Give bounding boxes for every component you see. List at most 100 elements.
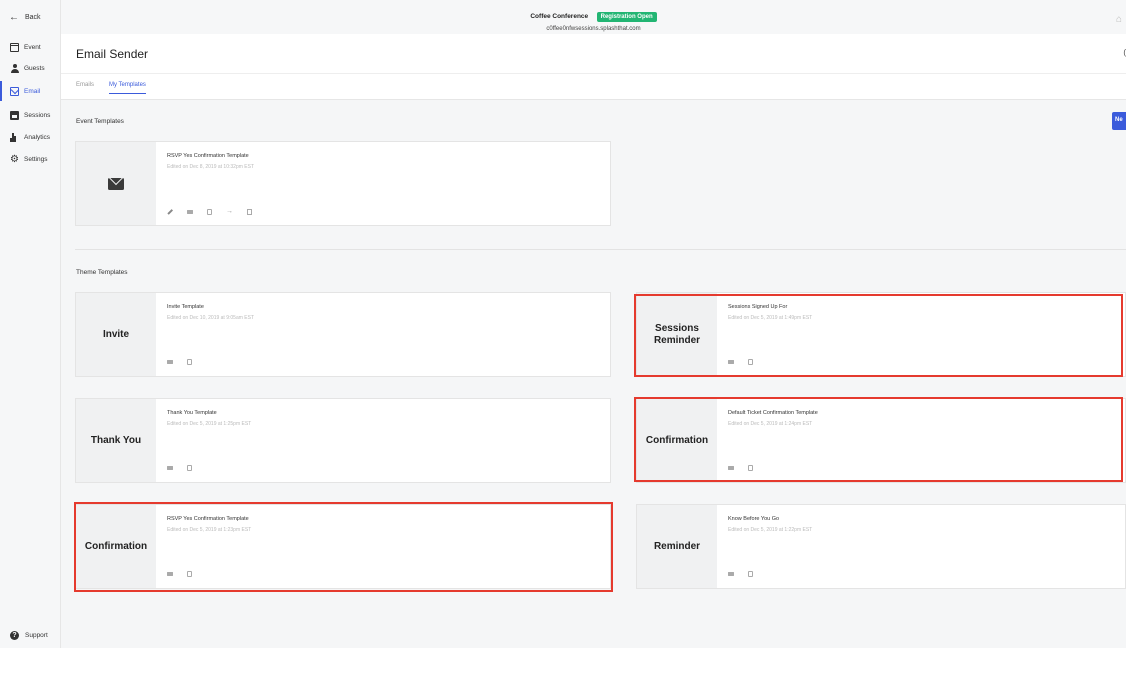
template-card[interactable]: Confirmation RSVP Yes Confirmation Templ… (75, 504, 611, 589)
copy-icon[interactable] (748, 465, 753, 471)
calendar-icon (10, 42, 19, 52)
template-card[interactable]: Reminder Know Before You Go Edited on De… (636, 504, 1126, 589)
trash-icon[interactable] (247, 208, 252, 215)
event-url[interactable]: c0ffee0nfwsessions.splashthat.com (61, 26, 1126, 32)
template-thumbnail: Confirmation (76, 505, 156, 588)
sidebar: ← Back Event Guests Email Sessions Analy… (0, 0, 61, 648)
thumbnail-label: Reminder (653, 540, 701, 552)
arrow-left-icon: ← (9, 12, 19, 23)
main-content: Email Sender ( Emails My Templates Event… (61, 34, 1126, 648)
section-title-theme-templates: Theme Templates (76, 269, 128, 276)
thumbnail-label: Confirmation (645, 434, 709, 446)
home-icon[interactable]: ⌂ (1116, 14, 1122, 25)
support-link[interactable]: ? Support (10, 631, 48, 640)
mail-icon (10, 86, 19, 96)
tab-bar: Emails My Templates (61, 74, 1126, 100)
tab-my-templates[interactable]: My Templates (109, 82, 146, 94)
template-card[interactable]: Thank You Thank You Template Edited on D… (75, 398, 611, 483)
template-thumbnail: Sessions Reminder (637, 293, 717, 376)
sessions-icon (10, 110, 19, 120)
copy-icon[interactable] (187, 465, 192, 471)
card-actions (728, 571, 753, 577)
back-link[interactable]: ← Back (9, 12, 41, 23)
copy-icon[interactable] (207, 208, 212, 215)
template-name: Thank You Template (167, 410, 217, 416)
page-header: Email Sender ( (61, 34, 1126, 74)
mail-icon[interactable] (728, 466, 734, 470)
mail-icon[interactable] (728, 360, 734, 364)
new-template-button[interactable]: Ne (1112, 112, 1126, 130)
sidebar-item-label: Email (24, 87, 41, 95)
template-edited: Edited on Dec 5, 2019 at 1:49pm EST (728, 315, 813, 321)
template-card[interactable]: RSVP Yes Confirmation Template Edited on… (75, 141, 611, 226)
template-thumbnail (76, 142, 156, 225)
template-name: Sessions Signed Up For (728, 304, 788, 310)
template-name: Know Before You Go (728, 516, 780, 522)
mail-icon[interactable] (167, 360, 173, 364)
copy-icon[interactable] (748, 359, 753, 365)
card-actions (728, 359, 753, 365)
template-name: Invite Template (167, 304, 204, 310)
gear-icon: ⚙ (10, 153, 19, 165)
bar-chart-icon (10, 132, 19, 142)
section-divider (75, 249, 1126, 250)
mail-icon[interactable] (187, 209, 193, 214)
sidebar-item-label: Settings (24, 155, 48, 163)
tab-emails[interactable]: Emails (76, 82, 94, 88)
template-edited: Edited on Dec 5, 2019 at 1:22pm EST (728, 527, 813, 533)
template-edited: Edited on Dec 5, 2019 at 1:24pm EST (728, 421, 813, 427)
event-name[interactable]: Coffee Conference (530, 13, 588, 20)
copy-icon[interactable] (187, 359, 192, 365)
template-name: Default Ticket Confirmation Template (728, 410, 818, 416)
thumbnail-label: Invite (102, 328, 130, 340)
template-thumbnail: Reminder (637, 505, 717, 588)
sidebar-item-guests[interactable]: Guests (0, 58, 61, 78)
help-icon: ? (10, 631, 19, 640)
envelope-icon (108, 177, 124, 190)
thumbnail-label: Thank You (90, 434, 142, 446)
back-label: Back (25, 14, 41, 21)
sidebar-item-analytics[interactable]: Analytics (0, 127, 61, 147)
thumbnail-label: Reminder (653, 334, 701, 346)
top-bar: Coffee Conference Registration Open c0ff… (61, 0, 1126, 34)
pencil-icon[interactable] (167, 208, 173, 215)
page-title: Email Sender (76, 47, 149, 61)
status-badge[interactable]: Registration Open (596, 12, 657, 22)
page-bottom (0, 648, 1126, 700)
template-edited: Edited on Dec 8, 2019 at 10:32pm EST (167, 164, 254, 170)
mail-icon[interactable] (167, 572, 173, 576)
template-edited: Edited on Dec 5, 2019 at 1:25pm EST (167, 421, 252, 427)
template-card[interactable]: Confirmation Default Ticket Confirmation… (636, 398, 1126, 483)
template-card[interactable]: Invite Invite Template Edited on Dec 10,… (75, 292, 611, 377)
sidebar-item-sessions[interactable]: Sessions (0, 105, 61, 125)
card-actions (167, 571, 192, 577)
sidebar-item-event[interactable]: Event (0, 37, 61, 57)
mail-icon[interactable] (728, 572, 734, 576)
mail-icon[interactable] (167, 466, 173, 470)
template-name: RSVP Yes Confirmation Template (167, 516, 249, 522)
card-actions (728, 465, 753, 471)
arrow-right-icon[interactable]: → (226, 208, 233, 215)
card-actions (167, 465, 192, 471)
template-edited: Edited on Dec 5, 2019 at 1:23pm EST (167, 527, 252, 533)
copy-icon[interactable] (187, 571, 192, 577)
template-edited: Edited on Dec 10, 2019 at 9:05am EST (167, 315, 254, 321)
card-actions (167, 359, 192, 365)
sidebar-item-settings[interactable]: ⚙ Settings (0, 149, 61, 169)
thumbnail-label: Confirmation (84, 540, 148, 552)
copy-icon[interactable] (748, 571, 753, 577)
sidebar-item-email[interactable]: Email (0, 81, 61, 101)
person-icon (10, 63, 19, 73)
sidebar-item-label: Guests (24, 64, 45, 72)
sidebar-item-label: Event (24, 43, 41, 51)
sidebar-item-label: Sessions (24, 111, 51, 119)
template-thumbnail: Invite (76, 293, 156, 376)
support-label: Support (25, 632, 48, 639)
template-name: RSVP Yes Confirmation Template (167, 153, 249, 159)
template-thumbnail: Confirmation (637, 399, 717, 482)
thumbnail-label: Sessions (655, 322, 699, 334)
sidebar-item-label: Analytics (24, 133, 51, 141)
card-actions: → (167, 208, 252, 215)
template-thumbnail: Thank You (76, 399, 156, 482)
template-card[interactable]: Sessions Reminder Sessions Signed Up For… (636, 292, 1126, 377)
